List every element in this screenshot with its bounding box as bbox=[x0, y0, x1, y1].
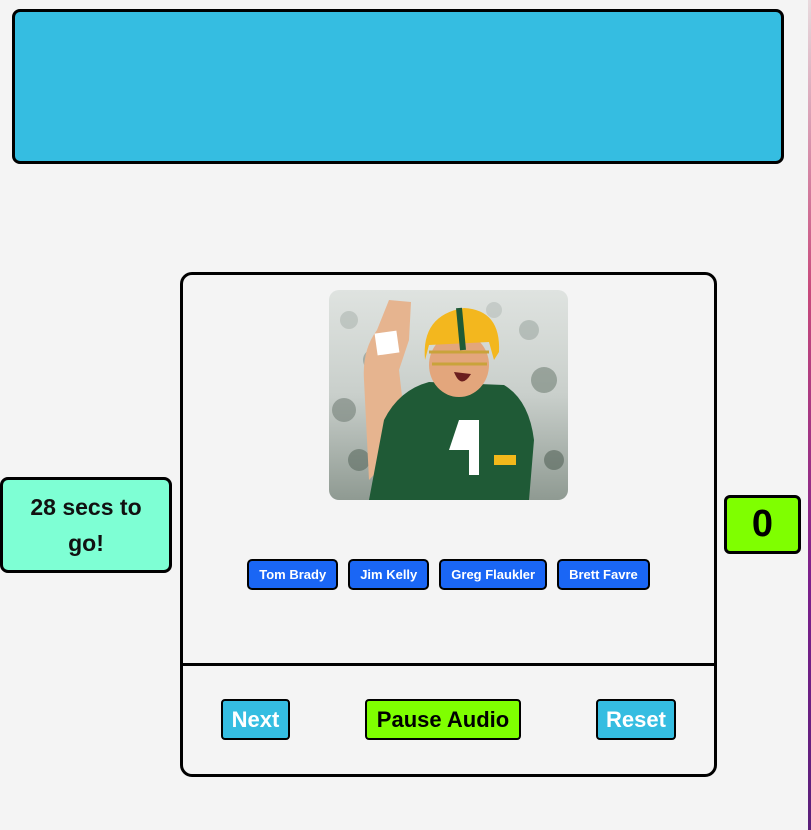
card-divider bbox=[183, 663, 714, 666]
answer-choices: Tom Brady Jim Kelly Greg Flaukler Brett … bbox=[183, 559, 714, 590]
player-photo-image bbox=[329, 290, 568, 500]
timer-text: 28 secs to go! bbox=[30, 494, 142, 556]
choice-button-greg-flaukler[interactable]: Greg Flaukler bbox=[439, 559, 548, 590]
reset-button[interactable]: Reset bbox=[596, 699, 676, 740]
countdown-timer: 28 secs to go! bbox=[0, 477, 172, 573]
header-banner bbox=[12, 9, 784, 164]
next-button[interactable]: Next bbox=[221, 699, 290, 740]
choice-button-jim-kelly[interactable]: Jim Kelly bbox=[348, 559, 430, 590]
quiz-card: Tom Brady Jim Kelly Greg Flaukler Brett … bbox=[180, 272, 717, 777]
choice-button-brett-favre[interactable]: Brett Favre bbox=[557, 559, 650, 590]
score-display: 0 bbox=[724, 495, 801, 554]
score-value: 0 bbox=[751, 503, 774, 545]
choice-button-tom-brady[interactable]: Tom Brady bbox=[247, 559, 339, 590]
player-photo bbox=[329, 290, 568, 500]
pause-audio-button[interactable]: Pause Audio bbox=[365, 699, 521, 740]
